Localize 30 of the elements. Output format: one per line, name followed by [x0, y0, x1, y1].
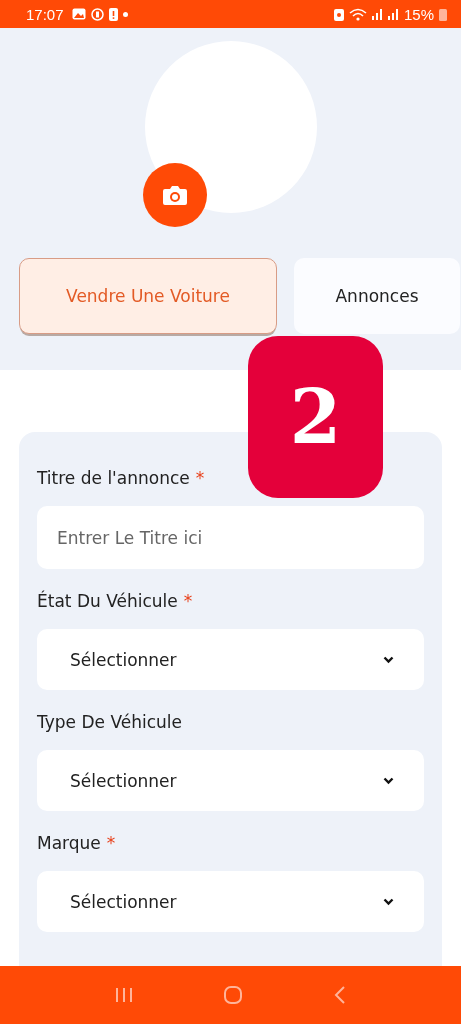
- battery-saver-icon: [333, 7, 344, 21]
- field-label: État Du Véhicule: [37, 591, 178, 611]
- dropdown[interactable]: Sélectionner: [37, 750, 424, 811]
- chevron-down-icon: [383, 776, 394, 785]
- required-marker: *: [195, 468, 205, 488]
- recent-apps-icon[interactable]: [115, 987, 134, 1003]
- dropdown[interactable]: Sélectionner: [37, 871, 424, 932]
- image-icon: [71, 8, 86, 20]
- field-label: Marque: [37, 833, 101, 853]
- tab[interactable]: Annonces: [294, 258, 460, 334]
- input-field[interactable]: Entrer Le Titre ici: [37, 506, 424, 569]
- required-marker: *: [183, 591, 193, 611]
- field-label: Titre de l'annonce: [37, 468, 190, 488]
- dot-icon: [122, 11, 128, 17]
- battery-icon: [439, 7, 447, 21]
- camera-icon: [161, 184, 188, 206]
- status-time: 17:07: [26, 5, 64, 23]
- chevron-down-icon: [383, 897, 394, 906]
- wifi-icon: [348, 7, 367, 21]
- signal-icon: [371, 8, 383, 20]
- field-label: Type De Véhicule: [37, 712, 182, 732]
- home-icon[interactable]: [223, 985, 244, 1005]
- step-badge: 2: [248, 336, 383, 498]
- signal-icon: [387, 8, 399, 20]
- back-icon[interactable]: [333, 985, 346, 1005]
- chevron-down-icon: [383, 655, 394, 664]
- dropdown[interactable]: Sélectionner: [37, 629, 424, 690]
- alert-icon: [108, 7, 118, 21]
- required-marker: *: [106, 833, 116, 853]
- battery-percent: 15%: [403, 5, 434, 23]
